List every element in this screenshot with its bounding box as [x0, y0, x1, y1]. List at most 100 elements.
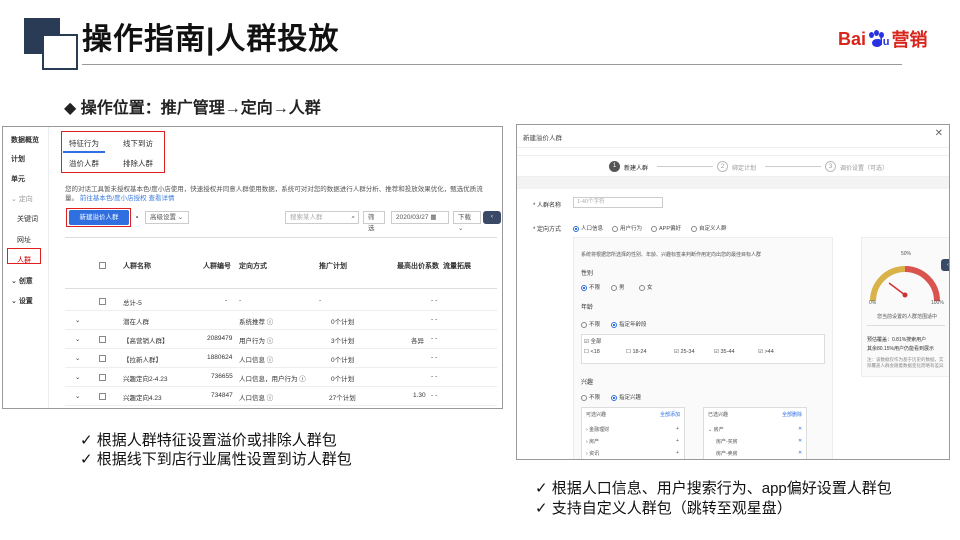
select-all-checkbox[interactable]	[99, 262, 106, 269]
baidu-marketing-logo: Bai du 营销	[838, 24, 927, 54]
interest-item[interactable]: › 房产	[586, 438, 599, 445]
crowd-list-screenshot: 数据概览 计划 单元 ⌄ 定向 关键词 网址 人群 ⌄ 创意 ⌄ 设置 特征行为…	[2, 126, 503, 409]
mode-custom-radio[interactable]: 自定义人群	[691, 224, 727, 232]
expand-icon[interactable]: ⌄	[75, 335, 80, 343]
download-dropdown[interactable]: 下载 ⌄	[453, 211, 481, 232]
row-id: -	[225, 297, 228, 304]
col-plan[interactable]: 推广计划	[319, 261, 347, 271]
interest-any-radio[interactable]: 不限	[581, 393, 600, 401]
side-widget-icon[interactable]: ‹	[483, 211, 501, 224]
row-name: 潜在人群	[123, 319, 149, 326]
auth-link[interactable]: 前往基本色/度小店授权	[80, 195, 147, 202]
row-plan[interactable]: 27个计划	[329, 392, 356, 402]
row-plan[interactable]: 3个计划	[331, 335, 354, 345]
interest-specific-radio[interactable]: 指定兴趣	[611, 393, 641, 401]
age-range-box: ☑ 全部 ☐ <18 ☐ 18-24 ☑ 25-34 ☑ 35-44 ☑ >44	[581, 334, 825, 364]
crowd-name-input[interactable]: 1-40个字符	[573, 197, 663, 208]
selected-interests-title: 已选兴趣	[708, 412, 729, 418]
add-icon[interactable]: +	[676, 426, 679, 432]
row-name: 【拉新人群】	[123, 357, 162, 364]
row-plan[interactable]: 0个计划	[331, 354, 354, 364]
search-icon[interactable]: ⌕	[351, 212, 355, 223]
add-icon[interactable]: +	[676, 438, 679, 444]
mode-behavior-radio[interactable]: 用户行为	[612, 224, 642, 232]
row-checkbox[interactable]	[99, 336, 106, 343]
expand-icon[interactable]: ⌄	[75, 354, 80, 362]
date-picker[interactable]: 2020/03/27 ▦	[391, 211, 449, 224]
crowd-name-label: * 人群名称	[533, 203, 562, 209]
gender-female-radio[interactable]: 女	[639, 283, 653, 291]
sidebar-item-keyword[interactable]: 关键词	[17, 214, 38, 224]
filter-button[interactable]: 筛选	[363, 211, 385, 232]
sidebar-item-creative[interactable]: ⌄ 创意	[11, 276, 33, 286]
interest-item[interactable]: › 资讯	[586, 450, 599, 457]
row-plan[interactable]: 0个计划	[331, 373, 354, 383]
col-target-mode[interactable]: 定向方式	[239, 261, 267, 271]
gender-male-radio[interactable]: 男	[611, 283, 625, 291]
row-checkbox[interactable]	[99, 374, 106, 381]
expand-icon[interactable]: ⌄	[75, 373, 80, 381]
remove-icon[interactable]: ✕	[798, 438, 802, 444]
row-coef: 1.30	[413, 392, 426, 399]
coverage-divider	[867, 325, 945, 326]
col-traffic-ext[interactable]: 流量拓展	[443, 261, 471, 271]
step-2-badge: 2	[717, 161, 728, 172]
row-ext: - -	[431, 297, 438, 304]
caption-left-2: ✓ 根据线下到店行业属性设置到访人群包	[80, 451, 352, 468]
crowd-search-input[interactable]: 搜索某人群 ⌕	[285, 211, 359, 224]
col-max-coef[interactable]: 最高出价系数	[397, 261, 439, 271]
step-3-badge: 3	[825, 161, 836, 172]
side-widget-icon[interactable]: ‹	[941, 259, 949, 271]
interest-item[interactable]: › 金融理财	[586, 426, 609, 433]
sidebar-item-unit[interactable]: 单元	[11, 174, 25, 184]
sidebar-item-plan[interactable]: 计划	[11, 154, 25, 164]
age-label: 年龄	[581, 305, 594, 311]
advanced-settings-dropdown[interactable]: 高级设置 ⌄	[145, 211, 189, 224]
sidebar-item-targeting[interactable]: ⌄ 定向	[11, 194, 33, 204]
remove-icon[interactable]: ✕	[798, 426, 802, 432]
step-3-label: 调价设置（可选）	[840, 166, 889, 172]
age-all-checkbox[interactable]: ☑ 全部	[584, 337, 601, 345]
expand-icon[interactable]: ⌄	[75, 392, 80, 400]
row-checkbox[interactable]	[99, 355, 106, 362]
baidu-paw-icon	[868, 30, 886, 48]
row-plan[interactable]: 0个计划	[331, 316, 354, 326]
age-under18-checkbox[interactable]: ☐ <18	[584, 349, 600, 355]
row-ext: - -	[431, 354, 438, 361]
mode-app-radio[interactable]: APP偏好	[651, 224, 681, 232]
gender-any-radio[interactable]: 不限	[581, 283, 600, 291]
add-all-link[interactable]: 全部添加	[660, 411, 680, 418]
interest-label: 兴趣	[581, 380, 594, 386]
row-checkbox[interactable]	[99, 393, 106, 400]
details-link[interactable]: 查看详情	[148, 195, 174, 202]
table-row: ⌄ 【高营销人群】 2089479 用户行为 ⓘ 3个计划 各异 - -	[65, 330, 497, 349]
title-divider	[82, 64, 902, 65]
step-2-label: 绑定计划	[732, 166, 757, 172]
section-band	[517, 177, 949, 189]
sidebar-item-settings[interactable]: ⌄ 设置	[11, 296, 33, 306]
age-any-radio[interactable]: 不限	[581, 320, 600, 328]
col-crowd-id[interactable]: 人群编号	[203, 261, 231, 271]
estimate-line-2: 其余80.15%用户仍能看到展示	[867, 346, 934, 352]
info-icon[interactable]: ◔	[134, 213, 139, 222]
delete-all-link[interactable]: 全部删除	[782, 411, 802, 418]
age-35-44-checkbox[interactable]: ☑ 35-44	[714, 349, 735, 355]
table-top-rule	[65, 237, 497, 238]
operation-location: ◆ 操作位置：推广管理→定向→人群	[64, 100, 321, 117]
age-25-34-checkbox[interactable]: ☑ 25-34	[674, 349, 695, 355]
age-specific-radio[interactable]: 指定年龄段	[611, 320, 647, 328]
close-icon[interactable]: ✕	[935, 128, 943, 139]
sidebar-item-url[interactable]: 网址	[17, 235, 31, 245]
sidebar-item-overview[interactable]: 数据概览	[11, 135, 39, 145]
age-over44-checkbox[interactable]: ☑ >44	[758, 349, 774, 355]
expand-icon[interactable]: ⌄	[75, 316, 80, 324]
age-18-24-checkbox[interactable]: ☐ 18-24	[626, 349, 647, 355]
row-checkbox[interactable]	[99, 298, 106, 305]
row-id: 736655	[211, 373, 233, 380]
dialog-header-rule	[517, 147, 949, 148]
mode-demographic-radio[interactable]: 人口信息	[573, 224, 603, 232]
col-crowd-name[interactable]: 人群名称	[123, 261, 151, 271]
remove-icon[interactable]: ✕	[798, 450, 802, 456]
add-icon[interactable]: +	[676, 450, 679, 456]
row-mode: 人口信息，用户行为 ⓘ	[239, 376, 306, 383]
